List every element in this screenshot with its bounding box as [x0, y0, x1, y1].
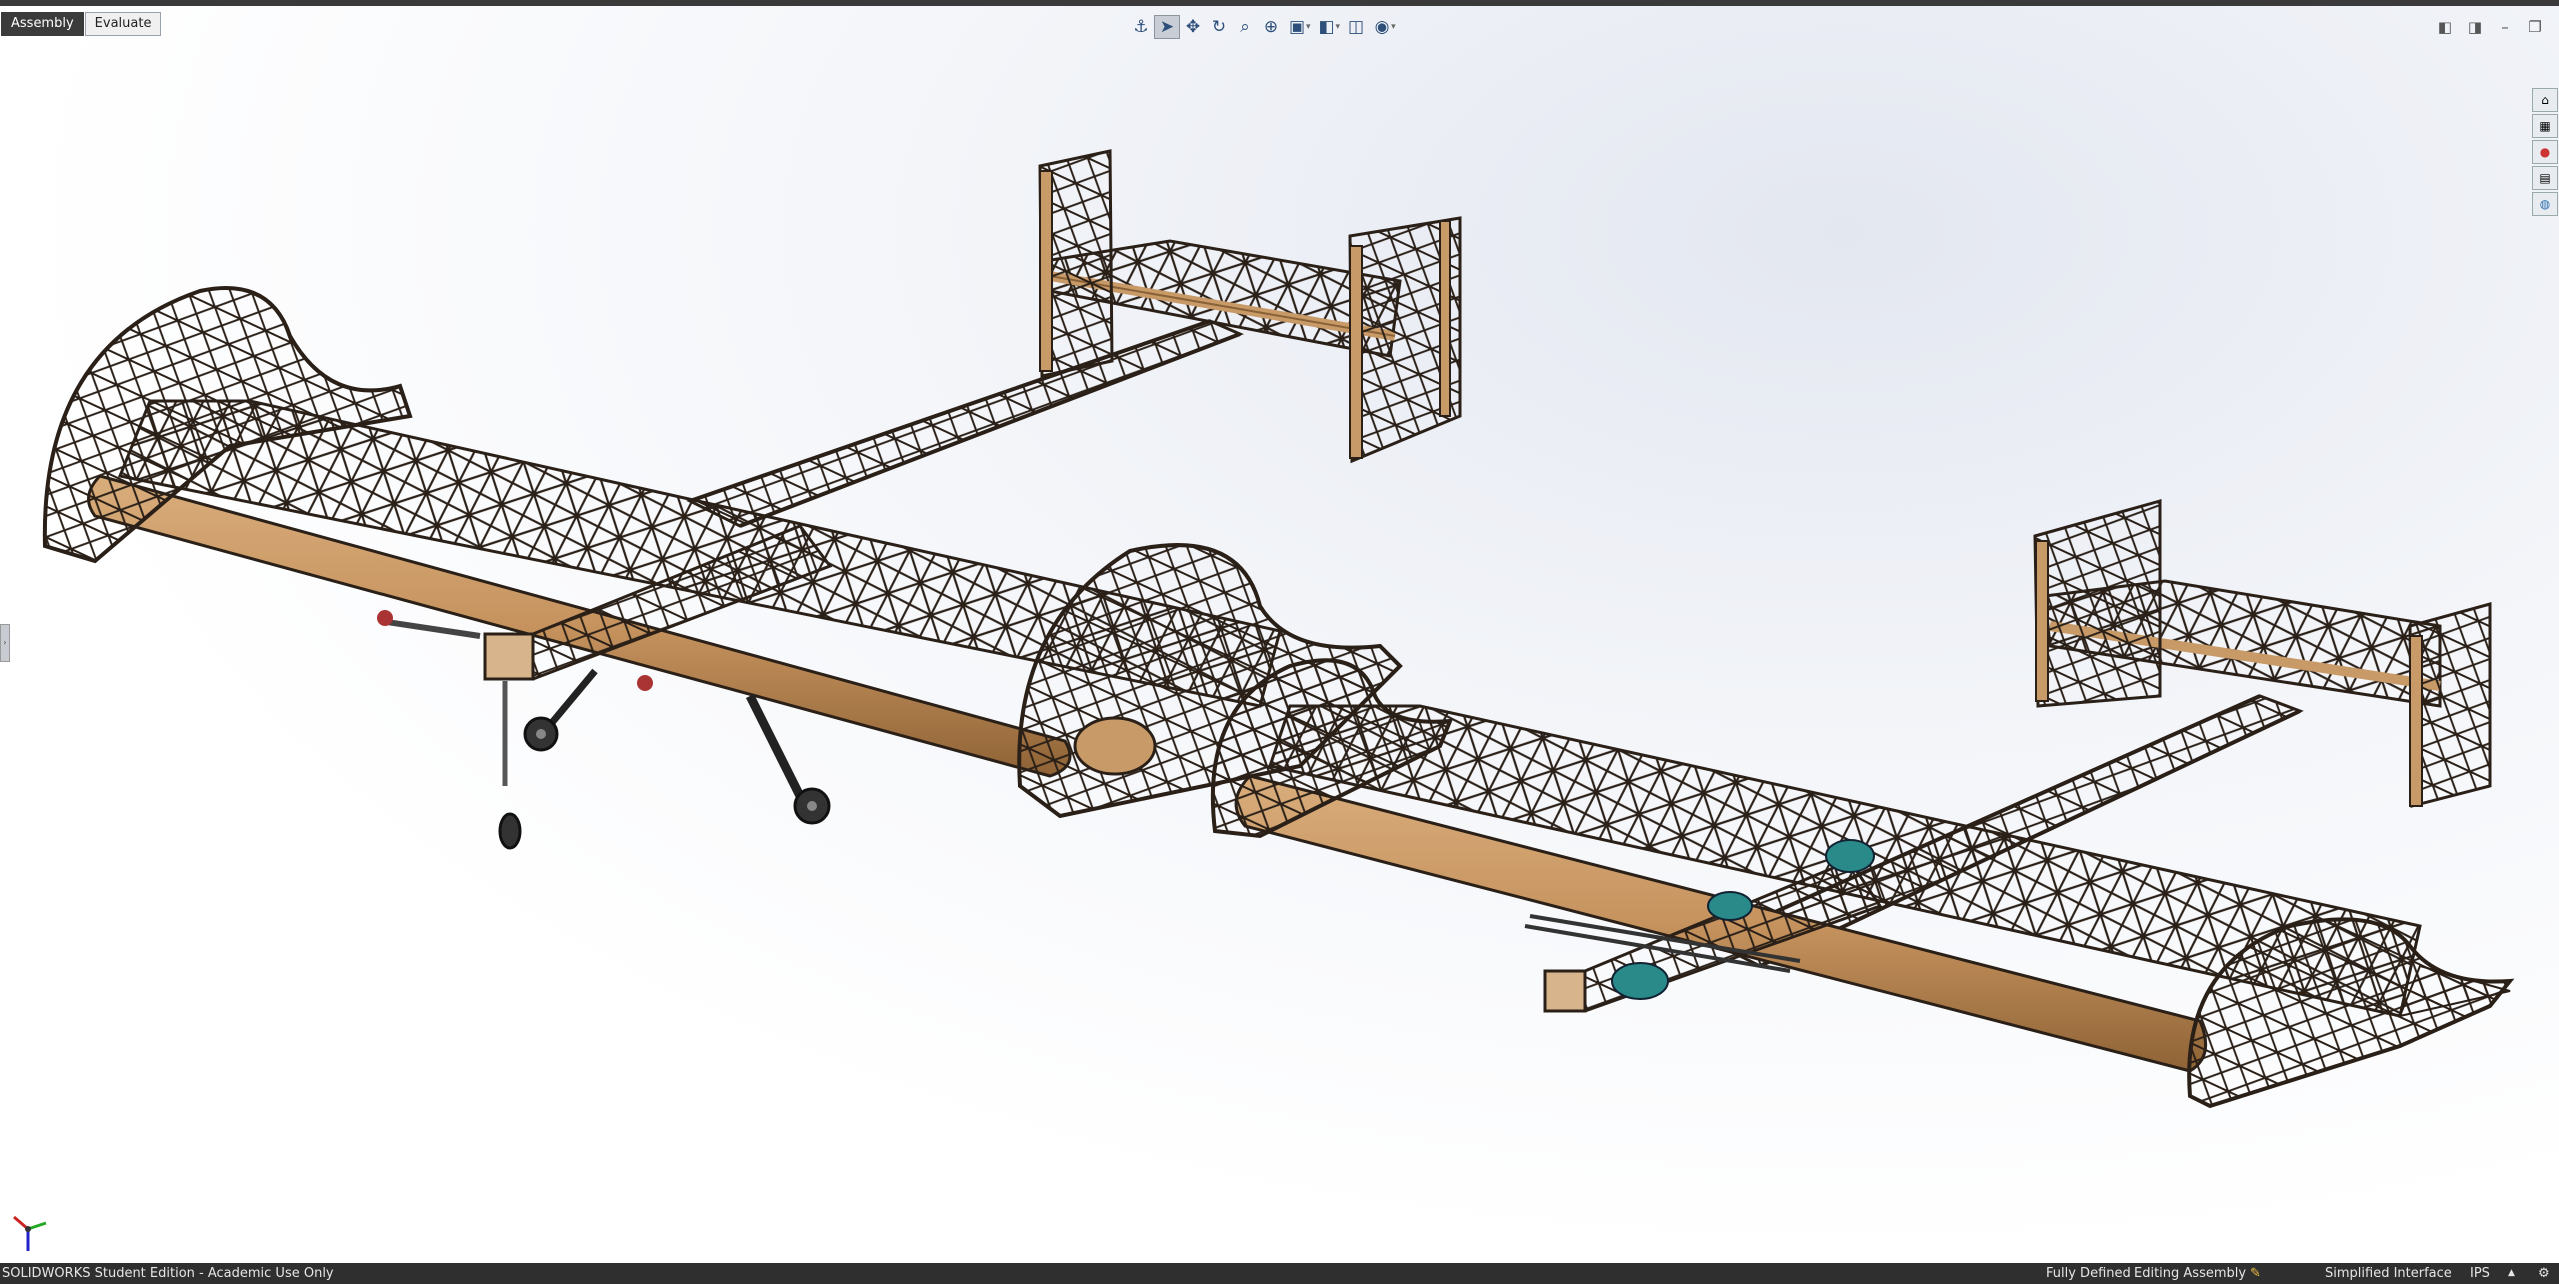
tile-left-icon[interactable]: ◧: [2430, 15, 2460, 39]
status-settings-icon[interactable]: ⚙: [2538, 1263, 2550, 1284]
view-palette-icon[interactable]: ▤: [2532, 166, 2558, 190]
chevron-up-icon[interactable]: ▲: [2508, 1263, 2515, 1284]
chevron-down-icon[interactable]: ▾: [1336, 22, 1341, 32]
rear-aircraft[interactable]: [1210, 499, 2515, 1109]
zoom-area-icon[interactable]: ⊕: [1258, 15, 1284, 39]
feature-manager-toggle[interactable]: ›: [0, 624, 10, 662]
graphics-area[interactable]: Assembly Evaluate ⚓ ➤ ✥ ↻ ⌕ ⊕ ▣ ▾ ◧ ▾ ◫ …: [0, 6, 2559, 1263]
unit-system-selector[interactable]: IPS: [2470, 1263, 2490, 1284]
rebuild-icon[interactable]: ✎: [2250, 1263, 2261, 1284]
chevron-down-icon[interactable]: ▾: [1306, 22, 1311, 32]
select-arrow-icon[interactable]: ➤: [1154, 15, 1180, 39]
design-library-icon[interactable]: ▦: [2532, 114, 2558, 138]
heads-up-view-toolbar: ⚓ ➤ ✥ ↻ ⌕ ⊕ ▣ ▾ ◧ ▾ ◫ ◉ ▾: [1128, 15, 1399, 39]
restore-icon[interactable]: ❐: [2520, 15, 2550, 39]
pan-icon[interactable]: ✥: [1180, 15, 1206, 39]
tile-right-icon[interactable]: ◨: [2460, 15, 2490, 39]
tab-assembly[interactable]: Assembly: [1, 12, 84, 36]
close-icon[interactable]: ✕: [2550, 15, 2559, 39]
tab-evaluate[interactable]: Evaluate: [84, 12, 162, 36]
chevron-down-icon[interactable]: ▾: [1391, 22, 1396, 32]
edition-label: SOLIDWORKS Student Edition - Academic Us…: [2, 1266, 334, 1281]
status-bar: SOLIDWORKS Student Edition - Academic Us…: [0, 1263, 2559, 1284]
document-window-controls: ◧ ◨ – ❐ ✕: [2430, 15, 2559, 39]
custom-properties-icon[interactable]: ◍: [2532, 192, 2558, 216]
task-pane-tabs: ⌂ ▦ ● ▤ ◍: [2532, 88, 2558, 218]
constraint-status: Fully Defined: [2046, 1266, 2131, 1281]
command-manager-tabs: Assembly Evaluate: [1, 12, 162, 36]
resources-icon[interactable]: ⌂: [2532, 88, 2558, 112]
minimize-icon[interactable]: –: [2490, 15, 2520, 39]
aircraft-assembly-model[interactable]: [0, 6, 2559, 1263]
section-view-icon[interactable]: ◫: [1343, 15, 1369, 39]
simplified-interface-toggle[interactable]: Simplified Interface: [2325, 1263, 2452, 1284]
zoom-icon[interactable]: ⌕: [1232, 15, 1258, 39]
appearances-icon[interactable]: ●: [2532, 140, 2558, 164]
anchor-icon[interactable]: ⚓: [1128, 15, 1154, 39]
reference-triad: [13, 1215, 47, 1251]
editing-mode-status: Editing Assembly: [2134, 1266, 2247, 1281]
rotate-icon[interactable]: ↻: [1206, 15, 1232, 39]
